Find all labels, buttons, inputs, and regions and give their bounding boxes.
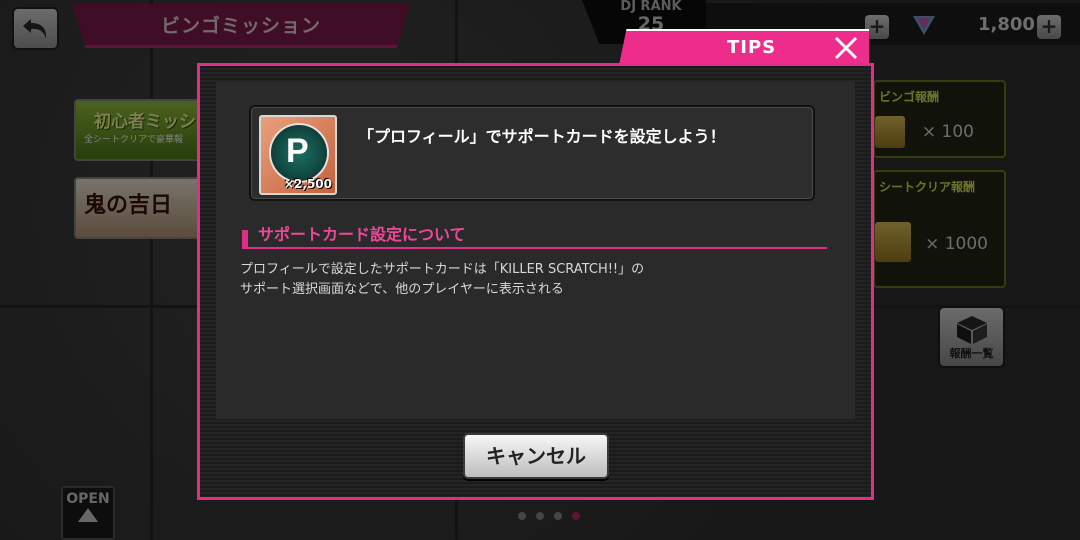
dj-point-item-icon: P ×2,500 — [259, 115, 337, 195]
tips-dialog: P ×2,500 「プロフィール」でサポートカードを設定しよう！ サポートカード… — [197, 63, 874, 500]
cancel-button[interactable]: キャンセル — [463, 433, 609, 479]
section-heading: サポートカード設定について — [242, 219, 827, 249]
tip-title: 「プロフィール」でサポートカードを設定しよう！ — [358, 127, 726, 146]
tip-description: プロフィールで設定したサポートカードは「KILLER SCRATCH!!」の サ… — [240, 260, 644, 300]
tip-description-line: プロフィールで設定したサポートカードは「KILLER SCRATCH!!」の — [240, 262, 645, 277]
section-heading-text: サポートカード設定について — [258, 225, 466, 244]
section-heading-bar — [242, 230, 248, 248]
tip-card: P ×2,500 「プロフィール」でサポートカードを設定しよう！ — [249, 105, 815, 201]
tip-description-line: サポート選択画面などで、他のプレイヤーに表示される — [240, 282, 564, 297]
tips-tab-label: TIPS — [727, 37, 777, 58]
dj-point-coin-icon: P — [271, 125, 327, 181]
tips-content-area: P ×2,500 「プロフィール」でサポートカードを設定しよう！ サポートカード… — [216, 82, 855, 419]
coin-letter: P — [286, 132, 309, 170]
tips-tab: TIPS — [619, 29, 869, 65]
item-quantity: ×2,500 — [283, 177, 332, 191]
close-icon[interactable] — [831, 33, 861, 63]
